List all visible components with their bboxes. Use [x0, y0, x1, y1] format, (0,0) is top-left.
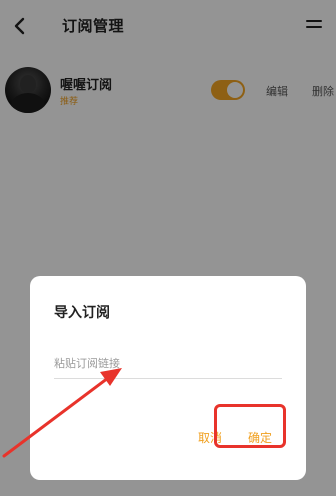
confirm-button[interactable]: 确定: [238, 426, 282, 448]
subscription-link-input[interactable]: [54, 348, 282, 379]
cancel-button[interactable]: 取消: [188, 426, 232, 448]
screen: 订阅管理 喔喔订阅 推荐 编辑 删除 导入订阅 取消 确定: [0, 0, 336, 496]
import-subscription-dialog: 导入订阅 取消 确定: [30, 276, 306, 480]
dialog-title: 导入订阅: [54, 305, 110, 321]
